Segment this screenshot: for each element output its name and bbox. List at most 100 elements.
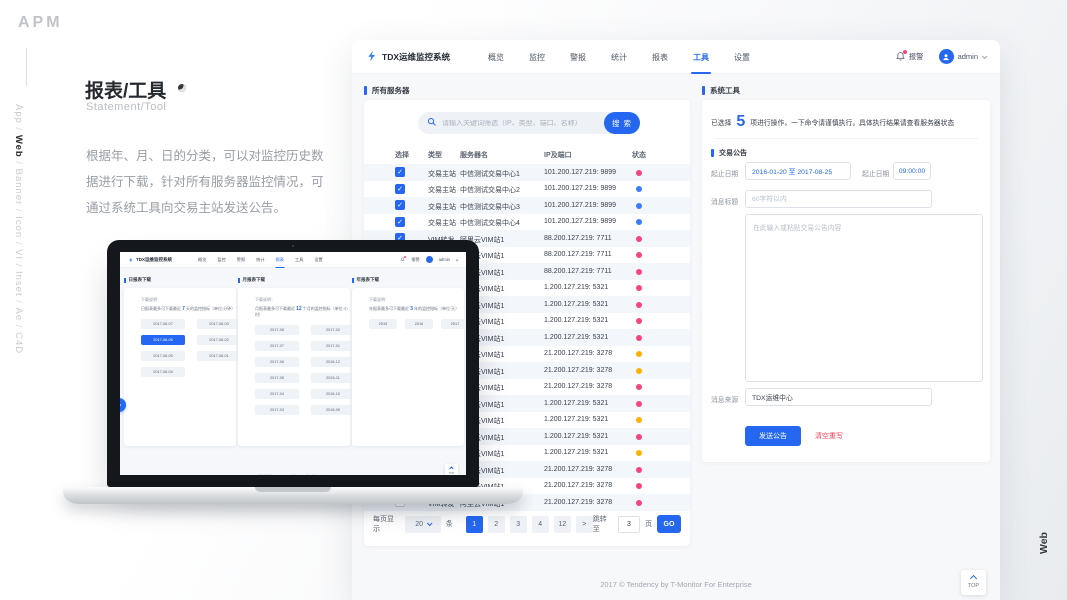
month-button: 2016-12: [311, 357, 355, 367]
server-ip: 21.200.127.219: 3278: [544, 366, 613, 374]
status-dot: [636, 499, 642, 506]
per-page-label: 每页显示: [373, 516, 394, 533]
row-checkbox[interactable]: ✓: [395, 200, 405, 210]
server-ip: 1.200.127.219: 5321: [544, 449, 609, 456]
laptop-logo-text: TDX运维监控系统: [136, 256, 172, 262]
side-nav-separator: /: [13, 260, 24, 271]
yearly-report-panel: 年报表下载 下载说明： 年报表最多可下载最近 3 年的监控指标（单位:天） 20…: [352, 277, 466, 446]
date-range-input[interactable]: [745, 162, 851, 180]
server-ip: 1.200.127.219: 5321: [544, 333, 609, 341]
time-input[interactable]: [893, 162, 931, 180]
per-page-value: 20: [415, 520, 423, 528]
jump-unit: 页: [644, 521, 652, 528]
status-dot: [636, 268, 642, 275]
table-row[interactable]: ✓ 交易主站 中信测试交易中心2 101.200.127.219: 9899: [364, 181, 690, 198]
daily-report-title: 日报表下载: [124, 277, 236, 283]
laptop-app-logo: TDX运维监控系统: [128, 257, 172, 263]
divider: [714, 138, 978, 139]
message-title-input[interactable]: [745, 190, 932, 208]
row-checkbox[interactable]: ✓: [395, 216, 405, 227]
app-footer: 2017 © Tendency by T-Monitor For Enterpr…: [600, 580, 752, 589]
server-ip: 101.200.127.219: 9899: [544, 218, 617, 225]
server-type: 交易主站: [428, 187, 456, 194]
date-button: 2017-06-04: [141, 367, 185, 377]
table-row[interactable]: ✓ 交易主站 中信测试交易中心1 101.200.127.219: 9899: [364, 164, 690, 181]
server-type: 交易主站: [428, 220, 456, 227]
jump-page-input[interactable]: [617, 515, 640, 533]
app-nav-item[interactable]: 工具: [693, 39, 709, 74]
page-button[interactable]: 1: [465, 515, 483, 533]
monthly-report-panel: 月报表下载 下载说明： 月报表最多可下载最近 12 个月的监控指标（单位:小时）…: [238, 277, 355, 446]
side-nav-item[interactable]: C4D: [13, 332, 24, 354]
per-page-select[interactable]: 20: [405, 515, 441, 533]
date-button: 2017-06-05: [141, 351, 185, 361]
month-button: 2016-11: [311, 373, 355, 383]
app-nav-item[interactable]: 警报: [570, 39, 586, 74]
page-button[interactable]: 3: [509, 515, 527, 533]
laptop-nav-item: 监控: [217, 257, 226, 262]
side-nav-item[interactable]: App: [13, 104, 24, 124]
server-name: 中信测试交易中心3: [460, 203, 520, 211]
side-nav-item[interactable]: Web: [13, 135, 24, 158]
row-checkbox[interactable]: ✓: [395, 167, 405, 177]
laptop-nav-item: 概览: [198, 257, 207, 262]
year-button: 2017: [441, 319, 466, 329]
side-nav-item[interactable]: Inset: [13, 271, 24, 297]
per-page-unit: 条: [445, 521, 453, 528]
download-note-label: 下载说明：: [141, 297, 161, 302]
side-nav-item[interactable]: VI: [13, 249, 24, 260]
message-source-input[interactable]: [745, 388, 932, 406]
search-button[interactable]: 搜 索: [604, 112, 640, 134]
page-button[interactable]: 2: [487, 515, 505, 533]
page-button[interactable]: >: [575, 515, 593, 533]
app-logo-text: TDX运维监控系统: [382, 51, 451, 62]
alarm-button[interactable]: 报警: [895, 50, 924, 62]
app-nav-item[interactable]: 统计: [611, 39, 627, 74]
app-nav-item[interactable]: 报表: [652, 39, 668, 74]
server-type: 交易主站: [428, 203, 456, 211]
server-ip: 21.200.127.219: 3278: [544, 350, 613, 357]
announcement-textarea[interactable]: [745, 214, 983, 382]
side-nav-item[interactable]: Ae: [13, 308, 24, 322]
laptop-camera-dot: [292, 245, 294, 247]
bell-icon: [895, 50, 907, 62]
title-dot-icon: [178, 84, 187, 92]
side-nav-item[interactable]: Icon: [13, 216, 24, 238]
select-caret-icon: [426, 520, 433, 527]
page-button[interactable]: 12: [553, 515, 571, 533]
chevron-up-icon: [969, 574, 978, 583]
send-announcement-button[interactable]: 发送公告: [745, 426, 801, 446]
status-dot: [636, 235, 642, 242]
table-row[interactable]: ✓ 交易主站 中信测试交易中心3 101.200.127.219: 9899: [364, 197, 690, 214]
go-button[interactable]: GO: [656, 515, 681, 533]
app-nav-item[interactable]: 设置: [734, 39, 750, 74]
server-ip: 101.200.127.219: 9899: [544, 168, 617, 176]
laptop-header-right: 报警 admin: [400, 256, 459, 263]
laptop-alarm-label: 报警: [411, 256, 420, 262]
clear-rewrite-button[interactable]: 清空重写: [815, 426, 843, 446]
month-button: 2017-08: [255, 325, 299, 335]
app-header: TDX运维监控系统 概览 监控 警报 统计 报表 工具 设置 报警 admin: [352, 40, 1000, 74]
page-button[interactable]: 4: [531, 515, 549, 533]
status-dot: [636, 367, 642, 374]
user-menu[interactable]: admin: [938, 49, 988, 64]
server-ip: 88.200.127.219: 7711: [544, 251, 612, 258]
table-row[interactable]: ✓ 交易主站 中信测试交易中心4 101.200.127.219: 9899: [364, 214, 690, 231]
status-dot: [636, 252, 642, 258]
category-side-nav: App / Web / Banner / Icon / VI / Inset /…: [13, 104, 24, 394]
row-checkbox[interactable]: ✓: [395, 183, 405, 194]
month-button: 2017-03: [255, 405, 299, 415]
laptop-nav-item: 警报: [236, 257, 246, 262]
month-button: 2017-06: [255, 357, 299, 367]
date-button: 2017-06-03: [197, 319, 241, 329]
side-nav-item[interactable]: Banner: [13, 169, 24, 206]
app-nav-item[interactable]: 概览: [488, 39, 504, 74]
server-ip: 1.200.127.219: 5321: [544, 300, 609, 308]
date-button: 2017-06-06: [141, 335, 185, 345]
month-button: 2017-01: [311, 341, 355, 351]
back-to-top-button[interactable]: TOP: [961, 570, 986, 595]
app-nav-item[interactable]: 监控: [529, 39, 545, 74]
monthly-report-card: 下载说明： 月报表最多可下载最近 12 个月的监控指标（单位:小时） 2017-…: [238, 288, 355, 446]
download-note: 年报表最多可下载最近 3 年的监控指标（单位:天）: [369, 306, 460, 312]
announce-title: 交易公告: [711, 148, 747, 158]
